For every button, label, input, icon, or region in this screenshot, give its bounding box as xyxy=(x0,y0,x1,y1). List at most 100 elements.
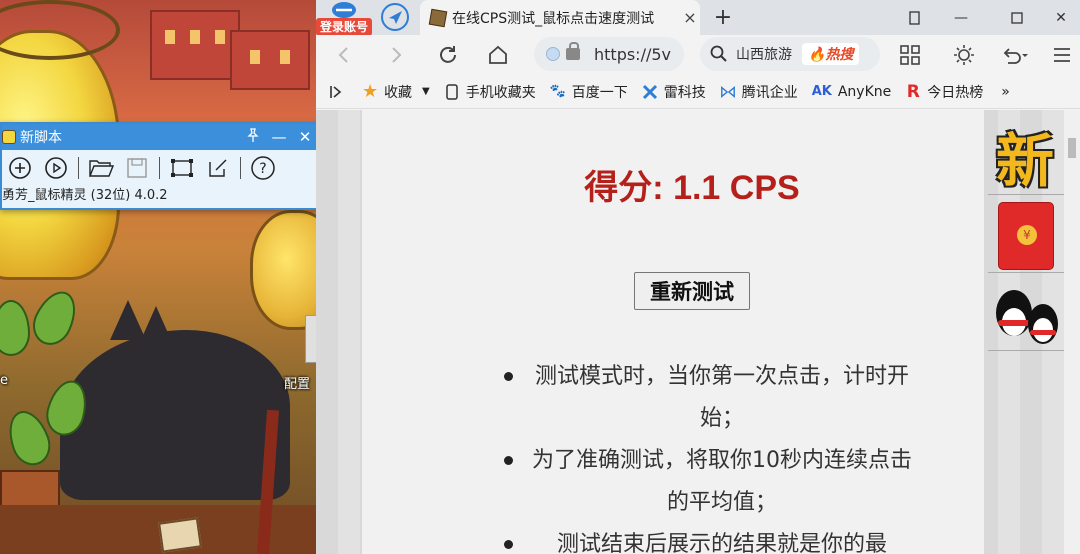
tool-window-titlebar[interactable]: 新脚本 — ✕ xyxy=(2,124,318,150)
red-packet-icon[interactable]: ¥ xyxy=(998,202,1054,270)
minimize-icon[interactable]: — xyxy=(266,128,292,146)
wallpaper-leaf xyxy=(25,284,85,352)
main-content: 得分: 1.1 CPS 重新测试 测试模式时，当你第一次点击，计时开始； 为了准… xyxy=(362,110,984,554)
wallpaper-window xyxy=(280,50,290,64)
bookmark-item[interactable]: 🐾 百度一下 xyxy=(550,82,628,102)
apps-grid-icon[interactable] xyxy=(892,37,928,73)
qq-penguin-icon[interactable] xyxy=(992,290,1062,350)
baidu-icon: 🐾 xyxy=(549,84,566,99)
new-badge[interactable]: 新 xyxy=(990,128,1060,194)
desktop-shortcut-label[interactable]: 配置 xyxy=(284,373,310,392)
edit-icon[interactable] xyxy=(204,154,232,182)
score-display: 得分: 1.1 CPS xyxy=(584,169,800,207)
undo-close-icon[interactable] xyxy=(996,37,1032,73)
tool-window-status: 勇芳_鼠标精灵 (32位) 4.0.2 xyxy=(2,188,168,203)
list-item: 测试结束后展示的结果就是你的最 xyxy=(504,524,912,554)
phone-icon xyxy=(444,83,460,100)
wallpaper-lamp-small xyxy=(250,210,316,330)
toolbar-divider xyxy=(78,157,79,179)
chevron-down-icon[interactable]: ▼ xyxy=(422,86,430,97)
bookmark-item[interactable]: 腾讯企业 xyxy=(720,82,798,102)
browser-window: 登录账号 在线CPS测试_鼠标点击速度测试 × + — ✕ https://5v… xyxy=(316,0,1080,554)
wallpaper-cat-ear xyxy=(140,306,172,342)
site-info-icon[interactable] xyxy=(546,47,560,61)
add-icon[interactable] xyxy=(6,154,34,182)
bookmark-item[interactable]: ★ 收藏 ▼ xyxy=(361,81,430,102)
brightness-icon[interactable] xyxy=(946,37,982,73)
pin-icon[interactable] xyxy=(240,127,266,147)
r-icon: R xyxy=(906,81,920,102)
tab-strip: 登录账号 在线CPS测试_鼠标点击速度测试 × + — ✕ xyxy=(316,0,1080,38)
home-icon[interactable] xyxy=(480,37,516,73)
toolbar-divider xyxy=(240,157,241,179)
scrollbar-thumb[interactable] xyxy=(1068,138,1076,158)
app-icon xyxy=(2,130,16,144)
bookmark-label: AnyKne xyxy=(837,83,892,100)
window-maximize-icon[interactable] xyxy=(994,0,1040,35)
side-widgets: 新 ¥ xyxy=(988,110,1064,554)
wallpaper-window xyxy=(165,30,175,44)
bookmarks-more-button[interactable]: » xyxy=(1001,84,1010,100)
tab-active[interactable]: 在线CPS测试_鼠标点击速度测试 × xyxy=(420,0,700,35)
retest-button[interactable]: 重新测试 xyxy=(634,272,750,310)
lock-icon xyxy=(566,42,580,60)
tab-close-icon[interactable]: × xyxy=(680,8,700,27)
login-account-label: 登录账号 xyxy=(316,18,372,36)
hot-search-badge[interactable]: 🔥热搜 xyxy=(802,43,860,65)
star-icon: ★ xyxy=(361,81,379,102)
wallpaper-window xyxy=(190,30,200,44)
login-account-button[interactable]: 登录账号 xyxy=(316,0,372,38)
wallpaper-cat xyxy=(60,330,290,500)
bookmark-item[interactable]: R 今日热榜 xyxy=(905,81,984,102)
search-box[interactable]: 山西旅游 🔥热搜 xyxy=(700,37,880,71)
bookmarks-bar: ★ 收藏 ▼ 手机收藏夹 🐾 百度一下 雷科技 腾讯企业 AK AnyKne R… xyxy=(316,75,1080,109)
list-item: 为了准确测试，将取你10秒内连续点击的平均值； xyxy=(504,440,912,524)
tool-window-toolbar: ? xyxy=(2,150,318,186)
wallpaper-window xyxy=(250,50,260,64)
close-icon[interactable]: ✕ xyxy=(292,128,318,146)
bookmark-item[interactable]: 雷科技 xyxy=(642,82,706,102)
open-folder-icon[interactable] xyxy=(87,154,115,182)
new-tab-button[interactable]: + xyxy=(708,0,738,35)
url-text: https://5v xyxy=(594,44,671,64)
wallpaper-window xyxy=(215,30,225,44)
search-icon xyxy=(710,45,727,62)
window-minimize-icon[interactable]: — xyxy=(938,0,984,35)
bookmark-item[interactable]: AK AnyKne xyxy=(812,84,892,100)
divider xyxy=(988,194,1064,195)
play-icon[interactable] xyxy=(42,154,70,182)
site-favicon-icon xyxy=(428,8,448,27)
forward-icon[interactable] xyxy=(378,37,414,73)
leikeji-icon xyxy=(642,84,658,100)
wallpaper-stamp xyxy=(158,517,202,553)
rules-list: 测试模式时，当你第一次点击，计时开始； 为了准确测试，将取你10秒内连续点击的平… xyxy=(504,356,912,554)
sidebar-toggle-icon[interactable] xyxy=(328,84,344,100)
reload-icon[interactable] xyxy=(430,37,466,73)
wallpaper-leaf xyxy=(0,300,30,356)
bookmark-label: 手机收藏夹 xyxy=(465,84,536,101)
desktop-shortcut-label[interactable]: e xyxy=(0,373,8,388)
window-close-icon[interactable]: ✕ xyxy=(1038,0,1080,35)
page-scrollbar[interactable] xyxy=(1064,110,1080,554)
save-icon[interactable] xyxy=(123,154,151,182)
navigation-icon[interactable] xyxy=(378,0,412,34)
desktop-shortcut-icon[interactable] xyxy=(305,315,316,363)
hot-search-label: 热搜 xyxy=(825,47,854,63)
bookmark-label: 百度一下 xyxy=(571,84,628,101)
tab-title: 在线CPS测试_鼠标点击速度测试 xyxy=(452,10,655,27)
menu-icon[interactable] xyxy=(1044,37,1080,73)
browser-toolbar: https://5v 山西旅游 🔥热搜 xyxy=(316,35,1080,75)
tool-window-title: 新脚本 xyxy=(20,130,62,146)
bookmark-label: 腾讯企业 xyxy=(741,84,798,101)
ak-icon: AK xyxy=(811,84,832,99)
capture-region-icon[interactable] xyxy=(168,154,196,182)
divider xyxy=(988,272,1064,273)
back-icon[interactable] xyxy=(326,37,362,73)
mouse-sprite-window: 新脚本 — ✕ ? 勇芳_鼠标精灵 (32位) 4.0.2 xyxy=(0,122,320,210)
address-bar[interactable]: https://5v xyxy=(534,37,684,71)
restore-tabs-icon[interactable] xyxy=(892,0,938,35)
bookmark-item[interactable]: 手机收藏夹 xyxy=(444,82,536,102)
coin-icon: ¥ xyxy=(1017,225,1037,245)
help-icon[interactable]: ? xyxy=(249,154,277,182)
wallpaper-building xyxy=(230,30,310,90)
